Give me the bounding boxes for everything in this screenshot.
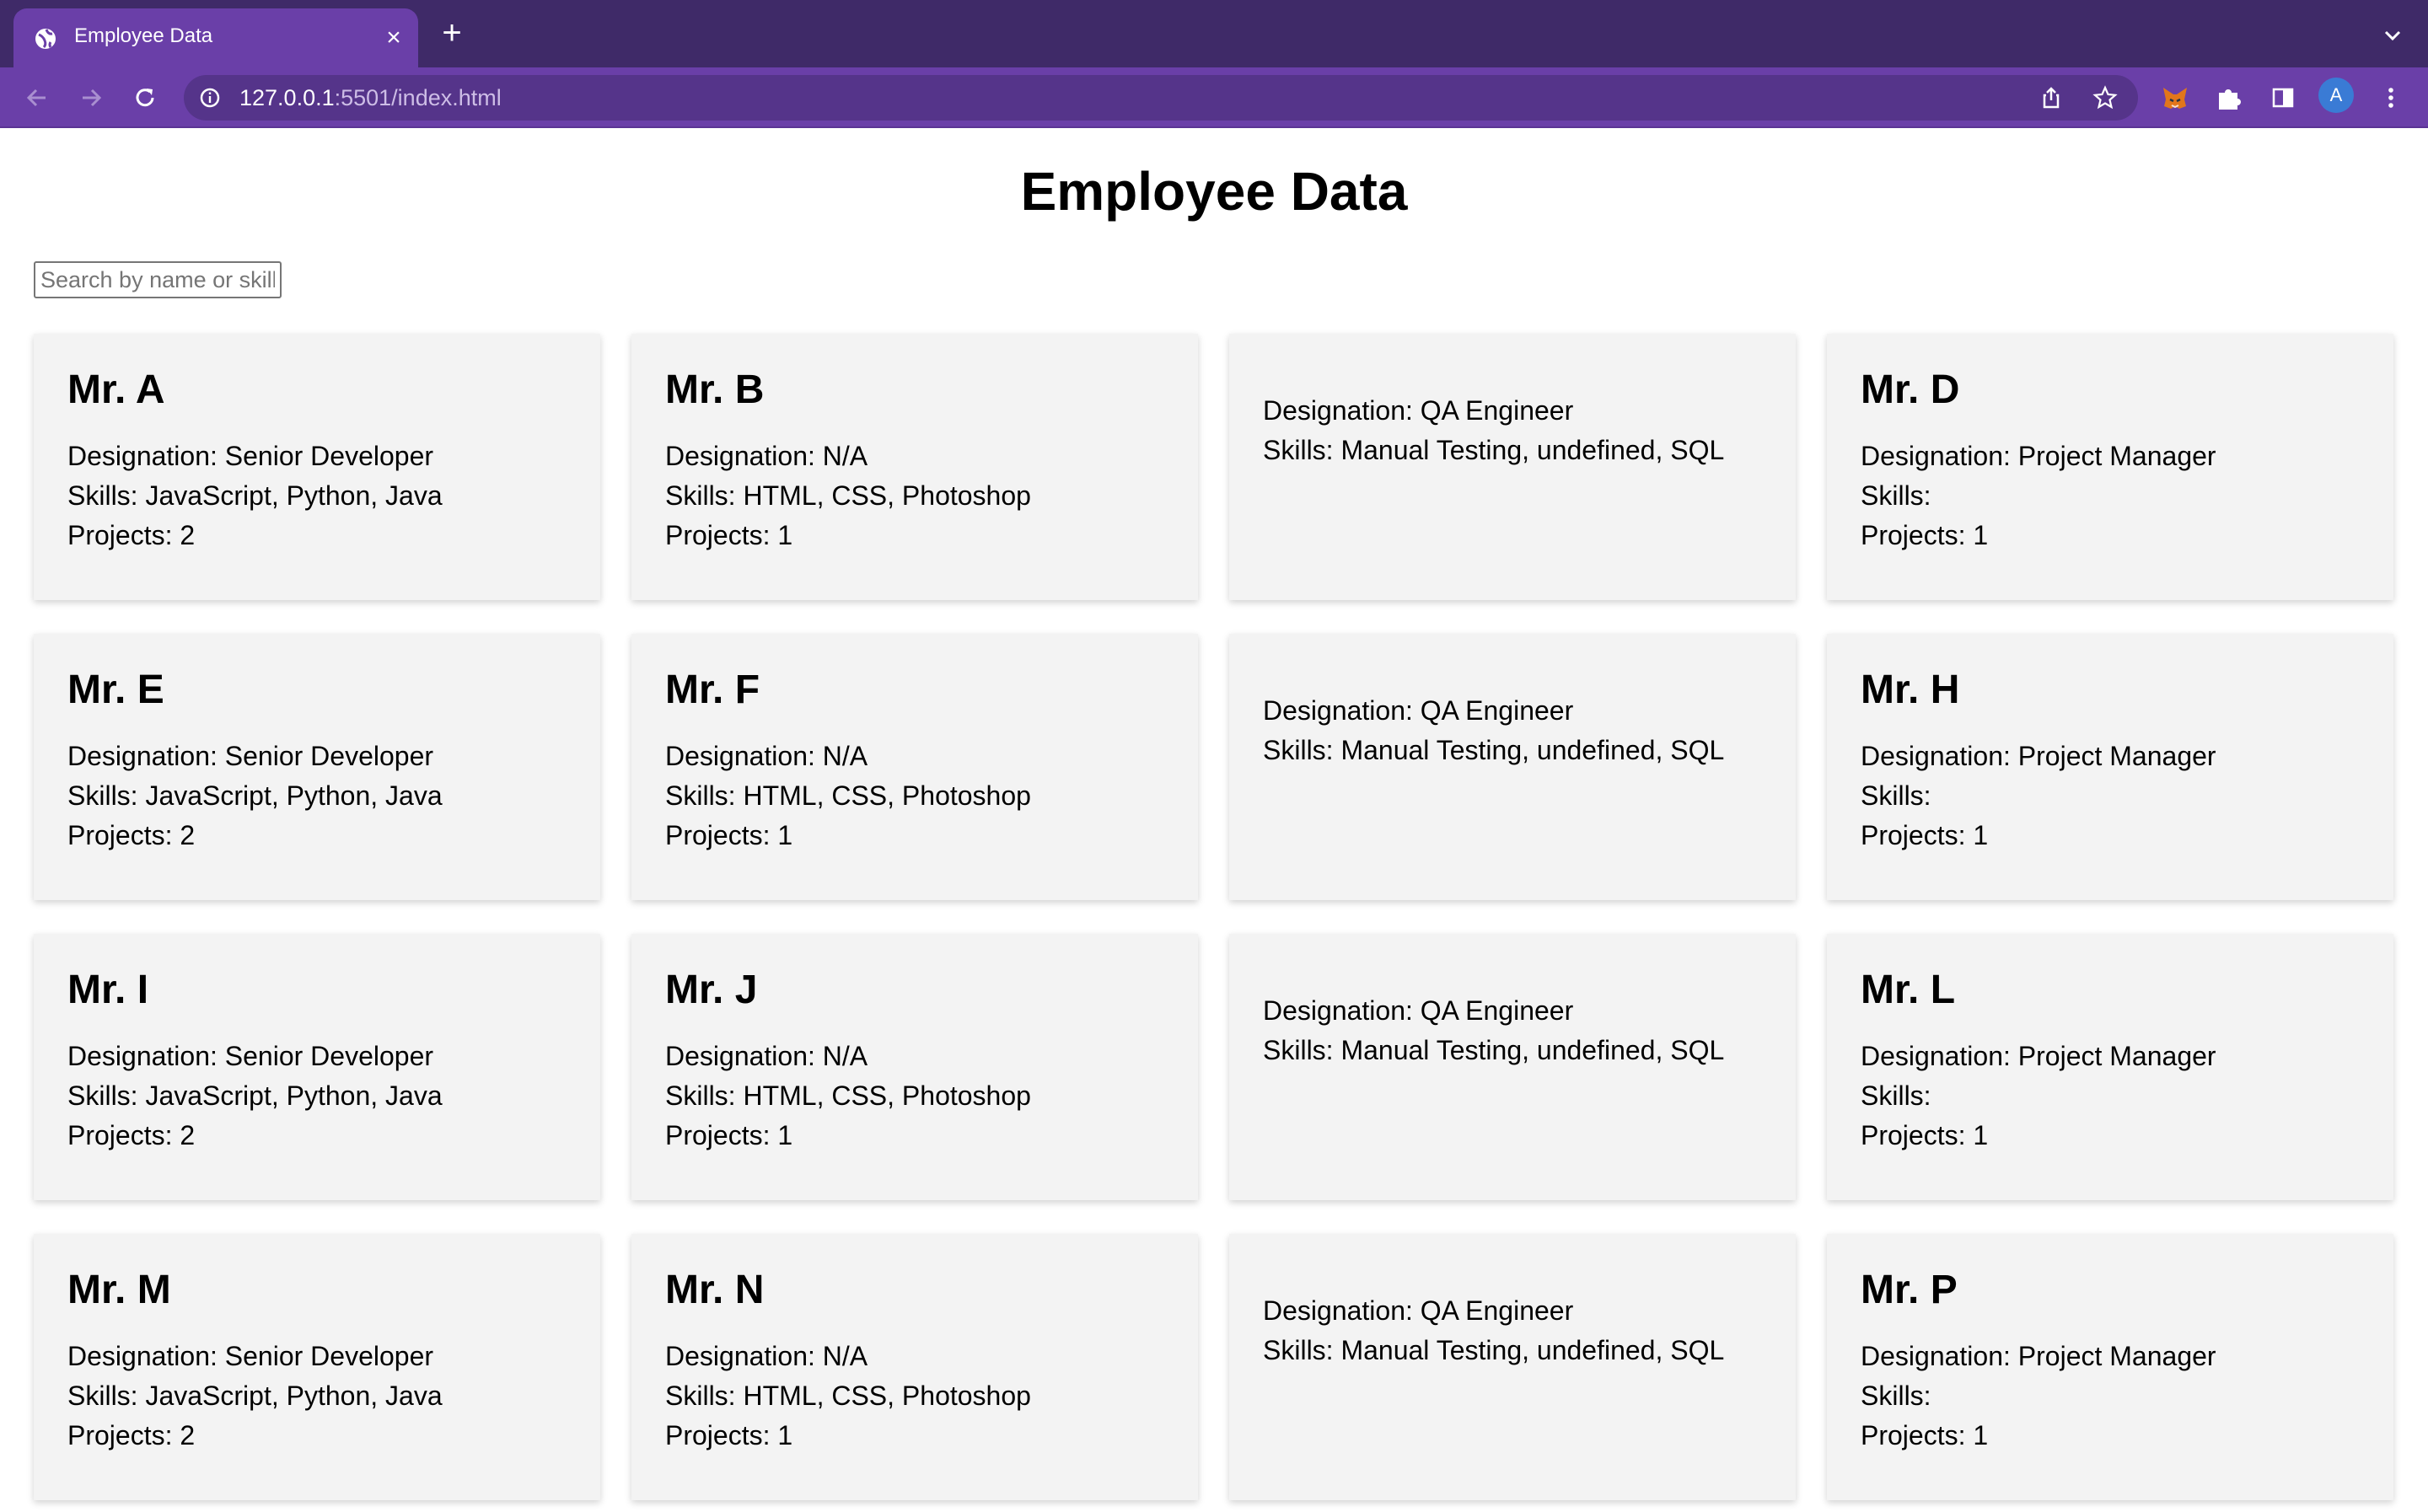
share-icon[interactable] [2039,85,2064,110]
employee-skills: Skills: HTML, CSS, Photoshop [665,480,1031,511]
employee-designation: Designation: Senior Developer [67,741,434,771]
employee-skills: Skills: JavaScript, Python, Java [67,1381,443,1411]
forward-icon[interactable] [74,81,108,115]
employee-card: Mr. E Designation: Senior Developer Skills… [34,634,600,900]
employee-name: Mr. M [67,1268,171,1312]
employee-card: Mr. L Designation: Project Manager Skills:… [1827,934,2393,1200]
employee-card: Mr. J Designation: N/A Skills: HTML, CSS, … [631,934,1198,1200]
employee-skills: Skills: HTML, CSS, Photoshop [665,1080,1031,1111]
employee-card: Designation: QA Engineer Skills: Manual T… [1229,334,1796,600]
employee-card: Mr. D Designation: Project Manager Skills:… [1827,334,2393,600]
employee-projects: Projects: 1 [665,520,793,550]
employee-skills: Skills: [1861,780,1931,811]
toolbar-divider [0,126,2428,128]
employee-projects: Projects: 1 [1861,520,1989,550]
employee-name: Mr. E [67,668,164,712]
employee-designation: Designation: Senior Developer [67,441,434,471]
employee-name: Mr. B [665,367,765,412]
employee-skills: Skills: JavaScript, Python, Java [67,780,443,811]
employee-card: Mr. M Designation: Senior Developer Skills… [34,1234,600,1500]
employee-skills: Skills: HTML, CSS, Photoshop [665,1381,1031,1411]
employee-name: Mr. H [1861,668,1960,712]
employee-skills: Skills: JavaScript, Python, Java [67,480,443,511]
tab-title: Employee Data [74,24,213,47]
employee-card: Designation: QA Engineer Skills: Manual T… [1229,1234,1796,1500]
employee-skills: Skills: [1861,1381,1931,1411]
globe-icon [35,29,56,49]
page-title: Employee Data [1020,161,1408,222]
employee-projects: Projects: 1 [1861,1420,1989,1450]
employee-projects: Projects: 1 [665,820,793,850]
profile-avatar[interactable]: A [2318,78,2354,113]
employee-skills: Skills: JavaScript, Python, Java [67,1080,443,1111]
employee-projects: Projects: 1 [1861,820,1989,850]
star-icon[interactable] [2092,85,2118,110]
employee-designation: Designation: Project Manager [1861,741,2216,771]
menu-icon[interactable] [2374,81,2408,115]
employee-projects: Projects: 2 [67,520,196,550]
address-bar[interactable]: 127.0.0.1:5501/index.html [184,75,2138,121]
employee-skills: Skills: Manual Testing, undefined, SQL [1263,735,1725,765]
employee-designation: Designation: QA Engineer [1263,995,1574,1026]
employee-designation: Designation: Senior Developer [67,1041,434,1071]
info-icon[interactable] [199,87,221,109]
employee-skills: Skills: [1861,1080,1931,1111]
employee-card: Mr. I Designation: Senior Developer Skills… [34,934,600,1200]
employee-designation: Designation: N/A [665,1041,868,1071]
employee-card: Mr. N Designation: N/A Skills: HTML, CSS, … [631,1234,1198,1500]
url-text[interactable]: 127.0.0.1:5501/index.html [239,75,502,121]
employee-designation: Designation: Senior Developer [67,1341,434,1371]
browser-toolbar: 127.0.0.1:5501/index.html [0,67,2428,128]
employee-card: Mr. F Designation: N/A Skills: HTML, CSS, … [631,634,1198,900]
employee-skills: Skills: Manual Testing, undefined, SQL [1263,435,1725,465]
employee-name: Mr. P [1861,1268,1958,1312]
side-panel-icon[interactable] [2266,81,2300,115]
employee-skills: Skills: Manual Testing, undefined, SQL [1263,1335,1725,1365]
employee-grid: Mr. A Designation: Senior Developer Skills… [34,334,2394,1500]
close-icon[interactable]: × [381,25,406,51]
employee-card: Designation: QA Engineer Skills: Manual T… [1229,934,1796,1200]
employee-card: Designation: QA Engineer Skills: Manual T… [1229,634,1796,900]
new-tab-button[interactable]: + [437,16,467,50]
employee-name: Mr. A [67,367,165,412]
employee-name: Mr. D [1861,367,1960,412]
tab-strip: Employee Data × + [0,0,2428,67]
employee-name: Mr. I [67,968,149,1012]
back-icon[interactable] [20,81,54,115]
employee-card: Mr. B Designation: N/A Skills: HTML, CSS, … [631,334,1198,600]
employee-designation: Designation: QA Engineer [1263,695,1574,726]
extensions-icon[interactable] [2212,81,2246,115]
employee-designation: Designation: N/A [665,441,868,471]
search-input[interactable] [34,261,282,298]
metamask-icon[interactable] [2158,81,2192,115]
employee-designation: Designation: N/A [665,741,868,771]
browser-tab[interactable]: Employee Data × [13,8,418,67]
employee-projects: Projects: 2 [67,1420,196,1450]
employee-name: Mr. J [665,968,758,1012]
employee-designation: Designation: Project Manager [1861,1341,2216,1371]
employee-projects: Projects: 1 [1861,1120,1989,1150]
employee-projects: Projects: 2 [67,820,196,850]
employee-designation: Designation: QA Engineer [1263,1295,1574,1326]
employee-skills: Skills: Manual Testing, undefined, SQL [1263,1035,1725,1065]
employee-designation: Designation: QA Engineer [1263,395,1574,426]
reload-icon[interactable] [128,81,162,115]
employee-skills: Skills: HTML, CSS, Photoshop [665,780,1031,811]
employee-designation: Designation: Project Manager [1861,1041,2216,1071]
employee-skills: Skills: [1861,480,1931,511]
employee-projects: Projects: 2 [67,1120,196,1150]
employee-card: Mr. H Designation: Project Manager Skills:… [1827,634,2393,900]
employee-projects: Projects: 1 [665,1420,793,1450]
employee-designation: Designation: Project Manager [1861,441,2216,471]
employee-name: Mr. L [1861,968,1956,1012]
employee-name: Mr. F [665,668,760,712]
employee-projects: Projects: 1 [665,1120,793,1150]
chevron-down-icon[interactable] [2377,20,2408,51]
employee-card: Mr. A Designation: Senior Developer Skills… [34,334,600,600]
employee-designation: Designation: N/A [665,1341,868,1371]
url-host: 127.0.0.1 [239,85,335,110]
employee-card: Mr. P Designation: Project Manager Skills:… [1827,1234,2393,1500]
employee-name: Mr. N [665,1268,765,1312]
url-path: :5501/index.html [334,85,502,110]
